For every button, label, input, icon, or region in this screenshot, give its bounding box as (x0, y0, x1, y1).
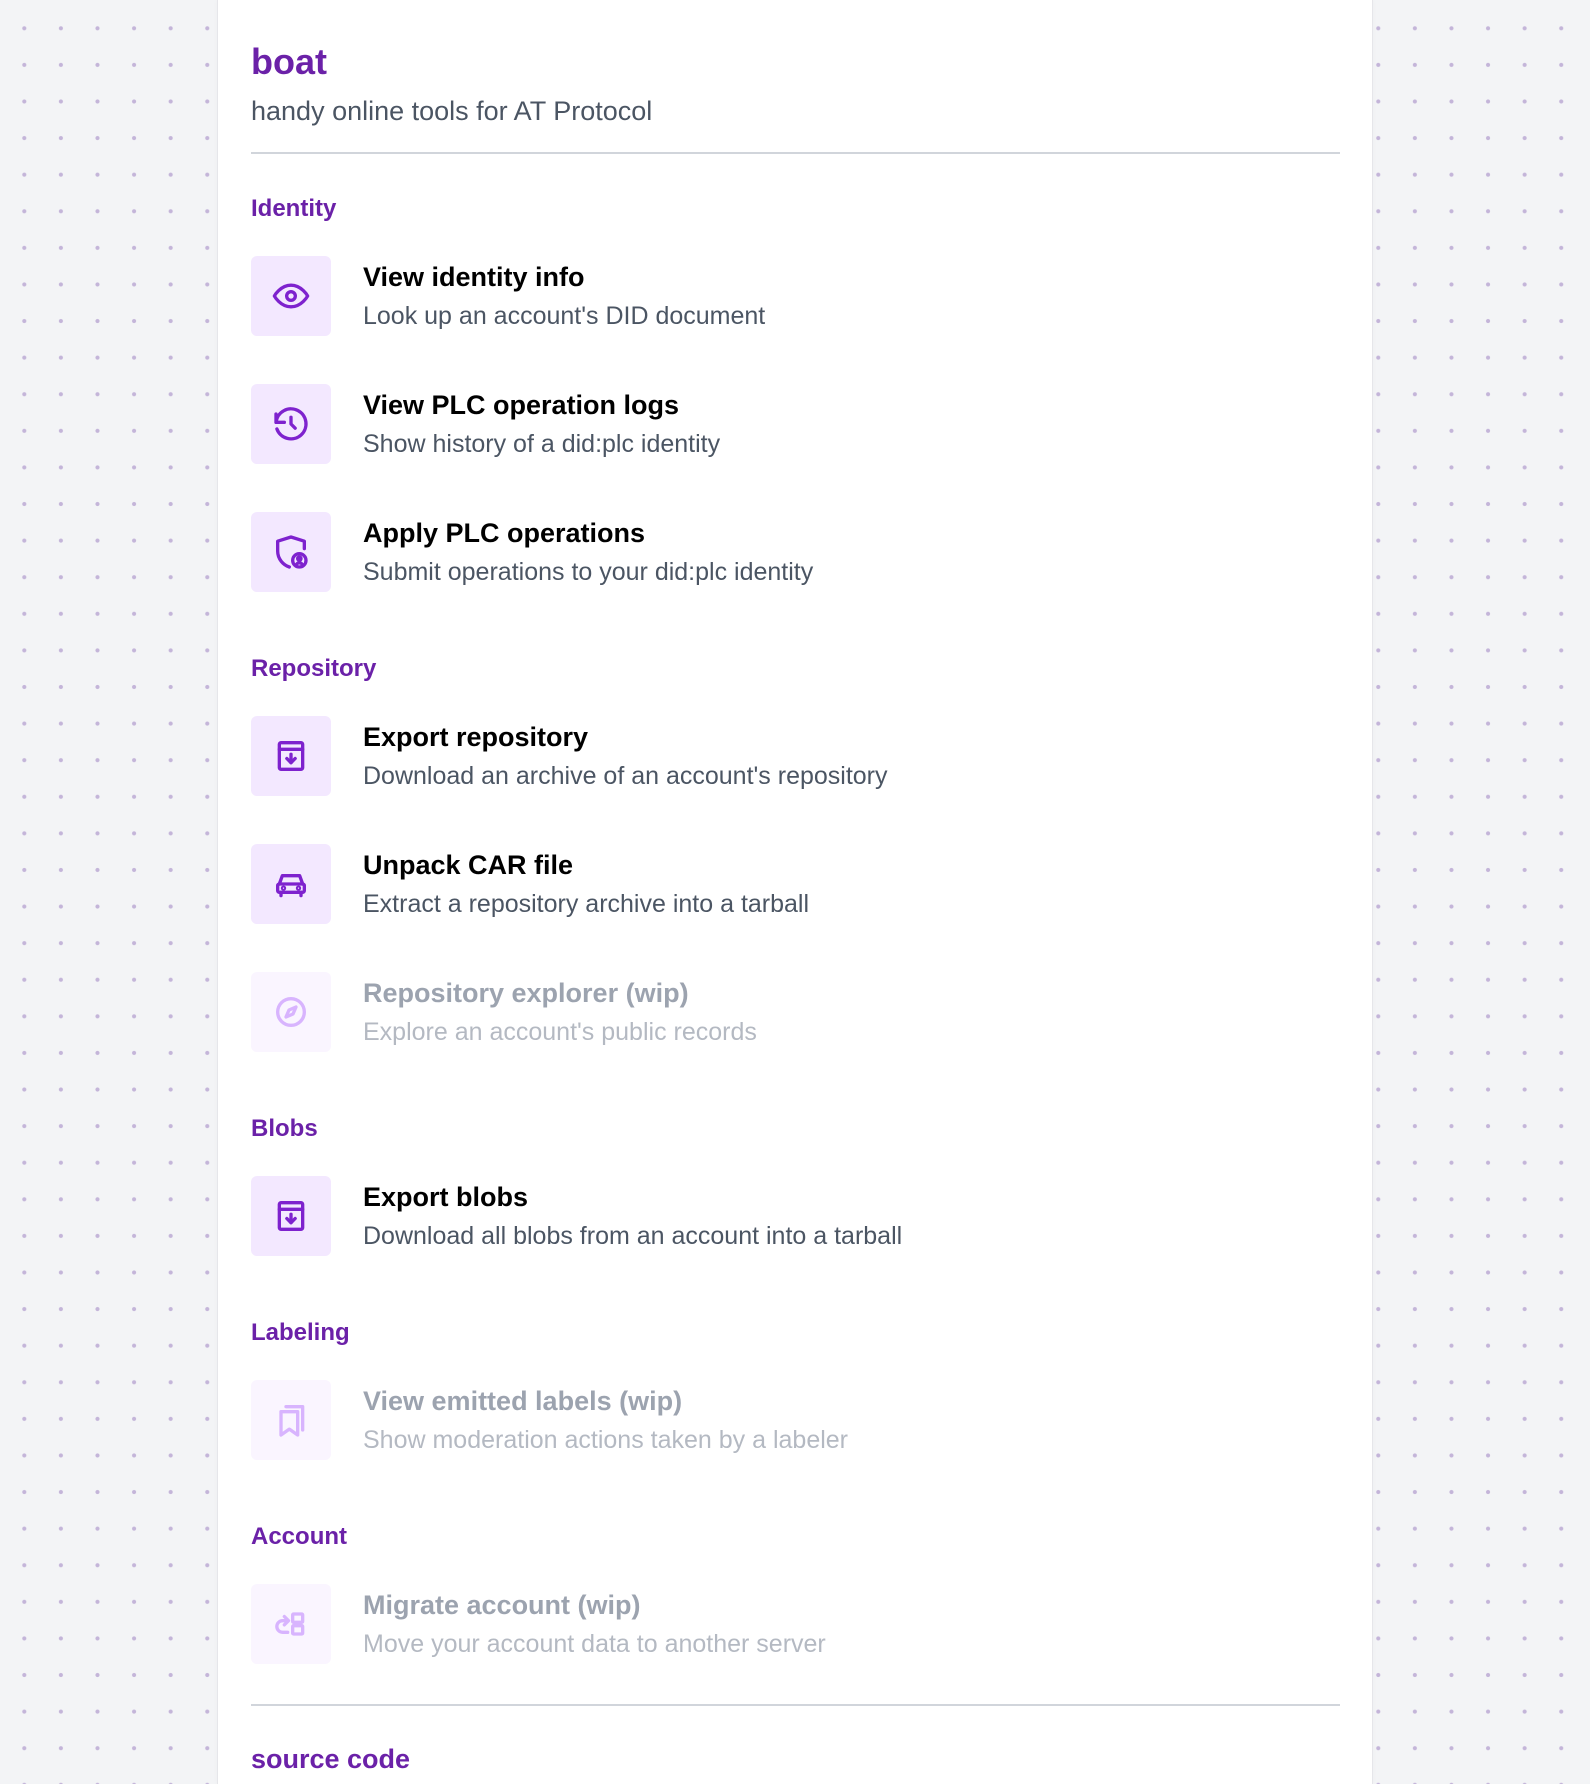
tool-description: Submit operations to your did:plc identi… (363, 558, 814, 586)
tool-export-blobs[interactable]: Export blobs Download all blobs from an … (251, 1176, 1340, 1256)
shield-user-icon (251, 512, 331, 592)
tool-view-identity-info[interactable]: View identity info Look up an account's … (251, 256, 1340, 336)
main-panel: boat handy online tools for AT Protocol … (218, 0, 1372, 1784)
tool-description: Download all blobs from an account into … (363, 1222, 903, 1250)
tool-name: Migrate account (wip) (363, 1590, 641, 1620)
tool-name: Unpack CAR file (363, 850, 574, 880)
tool-export-repository[interactable]: Export repository Download an archive of… (251, 716, 1340, 796)
eye-icon (251, 256, 331, 336)
tool-description: Explore an account's public records (363, 1018, 757, 1046)
tool-migrate-account: Migrate account (wip) Move your account … (251, 1584, 1340, 1664)
tool-name: Export repository (363, 722, 589, 752)
tool-name: Export blobs (363, 1182, 529, 1212)
header-divider (251, 152, 1340, 154)
app-title: boat (251, 41, 327, 82)
app-subtitle: handy online tools for AT Protocol (251, 96, 653, 126)
tool-description: Download an archive of an account's repo… (363, 762, 888, 790)
archive-download-icon (251, 1176, 331, 1256)
tool-name: View identity info (363, 262, 585, 292)
tool-name: View emitted labels (wip) (363, 1386, 683, 1416)
bookmarks-icon (251, 1380, 331, 1460)
tool-name: Apply PLC operations (363, 518, 646, 548)
section-title-repository: Repository (251, 655, 377, 682)
tool-unpack-car-file[interactable]: Unpack CAR file Extract a repository arc… (251, 844, 1340, 924)
tool-description: Show moderation actions taken by a label… (363, 1426, 849, 1454)
tool-description: Look up an account's DID document (363, 302, 766, 330)
tool-description: Extract a repository archive into a tarb… (363, 890, 810, 918)
tool-description: Move your account data to another server (363, 1630, 826, 1658)
section-title-blobs: Blobs (251, 1115, 318, 1142)
tool-apply-plc-operations[interactable]: Apply PLC operations Submit operations t… (251, 512, 1340, 592)
tool-view-plc-operation-logs[interactable]: View PLC operation logs Show history of … (251, 384, 1340, 464)
section-title-identity: Identity (251, 195, 337, 222)
footer-divider (251, 1704, 1340, 1706)
tool-view-emitted-labels: View emitted labels (wip) Show moderatio… (251, 1380, 1340, 1460)
footer-title: source code (251, 1744, 411, 1774)
compass-icon (251, 972, 331, 1052)
tool-name: View PLC operation logs (363, 390, 680, 420)
section-title-account: Account (251, 1523, 347, 1550)
tool-name: Repository explorer (wip) (363, 978, 689, 1008)
car-icon (251, 844, 331, 924)
tool-description: Show history of a did:plc identity (363, 430, 721, 458)
migrate-icon (251, 1584, 331, 1664)
archive-download-icon (251, 716, 331, 796)
history-icon (251, 384, 331, 464)
section-title-labeling: Labeling (251, 1319, 350, 1346)
tool-repository-explorer: Repository explorer (wip) Explore an acc… (251, 972, 1340, 1052)
